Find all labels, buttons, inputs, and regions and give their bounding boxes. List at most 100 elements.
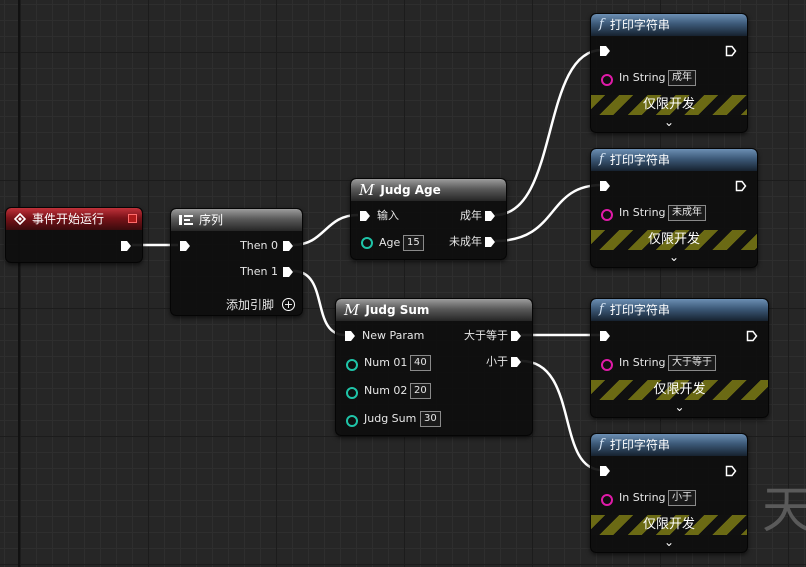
- expand-chevron-icon[interactable]: ⌄: [591, 116, 747, 128]
- num01-data-pin-icon[interactable]: [346, 359, 358, 371]
- in-string-value-input[interactable]: 小于: [668, 490, 696, 506]
- wire-minor-to-print2: [494, 183, 603, 243]
- judg-age-header: M Judg Age: [351, 179, 506, 201]
- expand-chevron-icon[interactable]: ⌄: [591, 251, 757, 263]
- judg-sum-macro-node[interactable]: M Judg Sum New Param 大于等于 小于 Num 01 40 N…: [335, 298, 533, 436]
- function-f-icon: f: [599, 152, 604, 167]
- event-begin-play-node[interactable]: 事件开始运行: [5, 207, 143, 263]
- then0-label: Then 0: [240, 239, 278, 252]
- function-f-icon: f: [599, 302, 604, 317]
- sequence-node-header: 序列: [171, 209, 302, 231]
- expand-chevron-icon[interactable]: ⌄: [591, 536, 747, 548]
- less-label: 小于: [486, 355, 508, 368]
- development-only-label: 仅限开发: [642, 517, 695, 532]
- print-node-header: f 打印字符串: [591, 434, 747, 456]
- add-pin-plus-icon[interactable]: +: [282, 298, 295, 311]
- macro-m-icon: M: [359, 181, 375, 199]
- age-data-pin-icon[interactable]: [361, 237, 373, 249]
- add-pin-label[interactable]: 添加引脚: [226, 298, 274, 312]
- in-string-label: In String: [619, 206, 666, 219]
- development-only-banner: 仅限开发: [591, 380, 768, 400]
- exec-in-pin-icon[interactable]: [179, 240, 191, 252]
- judg-age-exec-in-pin-icon[interactable]: [359, 210, 371, 222]
- in-string-value-input[interactable]: 大于等于: [668, 355, 716, 371]
- num01-value-input[interactable]: 40: [410, 355, 431, 371]
- event-diamond-icon: [14, 213, 26, 225]
- print-node-header: f 打印字符串: [591, 149, 757, 171]
- print-string-node-1[interactable]: f 打印字符串 In String 成年 仅限开发 ⌄: [590, 13, 748, 133]
- then0-exec-pin-icon[interactable]: [282, 240, 294, 252]
- minor-exec-pin-icon[interactable]: [484, 236, 496, 248]
- judg-sum-title: Judg Sum: [365, 303, 430, 317]
- print-exec-in-pin-icon[interactable]: [599, 45, 611, 57]
- print-node-title: 打印字符串: [609, 438, 670, 452]
- age-value-input[interactable]: 15: [403, 235, 424, 251]
- judg-sum-data-pin-icon[interactable]: [346, 415, 358, 427]
- num01-label: Num 01: [364, 356, 408, 369]
- print-exec-out-pin-icon[interactable]: [746, 330, 758, 342]
- judg-sum-value-input[interactable]: 30: [420, 411, 441, 427]
- then1-exec-pin-icon[interactable]: [282, 266, 294, 278]
- judg-age-macro-node[interactable]: M Judg Age 输入 成年 Age 15 未成年: [350, 178, 507, 260]
- judg-age-minor-label: 未成年: [449, 235, 482, 248]
- sequence-node-title: 序列: [199, 213, 224, 227]
- development-only-label: 仅限开发: [642, 97, 695, 112]
- num02-label: Num 02: [364, 384, 408, 397]
- num02-value-input[interactable]: 20: [410, 383, 431, 399]
- judg-sum-header: M Judg Sum: [336, 299, 532, 321]
- development-only-label: 仅限开发: [647, 232, 700, 247]
- greater-label: 大于等于: [464, 329, 508, 342]
- development-only-label: 仅限开发: [653, 382, 706, 397]
- print-exec-out-pin-icon[interactable]: [725, 465, 737, 477]
- num02-data-pin-icon[interactable]: [346, 387, 358, 399]
- print-exec-in-pin-icon[interactable]: [599, 465, 611, 477]
- print-exec-in-pin-icon[interactable]: [599, 180, 611, 192]
- in-string-pin-icon[interactable]: [601, 494, 613, 506]
- print-node-title: 打印字符串: [609, 303, 670, 317]
- age-label: Age: [379, 236, 401, 249]
- in-string-pin-icon[interactable]: [601, 359, 613, 371]
- print-exec-out-pin-icon[interactable]: [725, 45, 737, 57]
- print-node-title: 打印字符串: [609, 18, 670, 32]
- delegate-pin-icon[interactable]: [128, 214, 137, 223]
- watermark-text: 天: [762, 481, 806, 539]
- judg-age-title: Judg Age: [380, 183, 441, 197]
- function-f-icon: f: [599, 437, 604, 452]
- print-exec-out-pin-icon[interactable]: [735, 180, 747, 192]
- sequence-node[interactable]: 序列 Then 0 Then 1 添加引脚 +: [170, 208, 303, 316]
- greater-exec-pin-icon[interactable]: [510, 330, 522, 342]
- print-node-header: f 打印字符串: [591, 299, 768, 321]
- print-string-node-2[interactable]: f 打印字符串 In String 未成年 仅限开发 ⌄: [590, 148, 758, 268]
- judg-sum-label: Judg Sum: [364, 412, 417, 425]
- print-node-title: 打印字符串: [609, 153, 670, 167]
- expand-chevron-icon[interactable]: ⌄: [591, 401, 768, 413]
- development-only-banner: 仅限开发: [591, 230, 757, 250]
- in-string-label: In String: [619, 491, 666, 504]
- development-only-banner: 仅限开发: [591, 95, 747, 115]
- then1-label: Then 1: [240, 265, 278, 278]
- judg-sum-exec-in-pin-icon[interactable]: [344, 330, 356, 342]
- development-only-banner: 仅限开发: [591, 515, 747, 535]
- less-exec-pin-icon[interactable]: [510, 356, 522, 368]
- exec-out-pin-icon[interactable]: [120, 240, 132, 252]
- event-node-title: 事件开始运行: [32, 212, 105, 226]
- print-exec-in-pin-icon[interactable]: [599, 330, 611, 342]
- in-string-label: In String: [619, 356, 666, 369]
- in-string-value-input[interactable]: 成年: [668, 70, 696, 86]
- event-node-header: 事件开始运行: [6, 208, 142, 230]
- in-string-value-input[interactable]: 未成年: [668, 205, 706, 221]
- print-string-node-4[interactable]: f 打印字符串 In String 小于 仅限开发 ⌄: [590, 433, 748, 553]
- new-param-label: New Param: [362, 329, 425, 342]
- print-node-header: f 打印字符串: [591, 14, 747, 36]
- judg-age-input-label: 输入: [377, 209, 399, 222]
- sequence-icon: [179, 215, 193, 225]
- macro-m-icon: M: [344, 301, 360, 319]
- adult-exec-pin-icon[interactable]: [484, 210, 496, 222]
- in-string-pin-icon[interactable]: [601, 209, 613, 221]
- print-string-node-3[interactable]: f 打印字符串 In String 大于等于 仅限开发 ⌄: [590, 298, 769, 418]
- in-string-label: In String: [619, 71, 666, 84]
- function-f-icon: f: [599, 17, 604, 32]
- wire-adult-to-print1: [494, 48, 603, 217]
- judg-age-adult-label: 成年: [460, 209, 482, 222]
- in-string-pin-icon[interactable]: [601, 74, 613, 86]
